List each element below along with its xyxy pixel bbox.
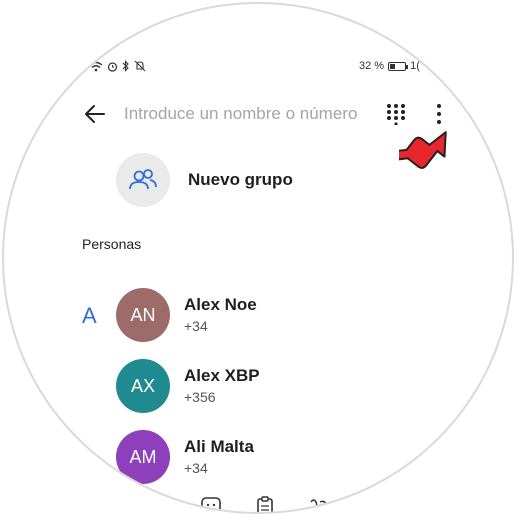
contact-number: +356	[184, 389, 216, 405]
group-icon	[129, 169, 157, 190]
contact-number: +34	[184, 460, 208, 476]
contact-row[interactable]: AX Alex XBP +356	[116, 358, 416, 414]
avatar: AN	[116, 288, 170, 342]
new-group-label: Nuevo grupo	[188, 170, 293, 189]
contact-name: Ali Malta	[184, 437, 254, 456]
new-group-avatar	[116, 153, 170, 207]
wifi-icon	[89, 61, 103, 71]
battery-icon	[388, 61, 409, 71]
contact-row[interactable]: AN Alex Noe +34	[116, 287, 416, 343]
handwriting-icon[interactable]	[308, 496, 330, 512]
battery-percent: 32 %	[359, 60, 385, 72]
clipboard-icon[interactable]	[254, 496, 276, 512]
screenshot-frame: 32 % 1(Introduce un nombre o número Nue…	[0, 0, 520, 520]
sticker-icon[interactable]	[200, 496, 222, 512]
avatar: AX	[116, 359, 170, 413]
contact-name: Alex Noe	[184, 295, 257, 314]
search-input[interactable]	[124, 100, 374, 128]
alarm-icon	[107, 61, 118, 72]
alphabet-index-letter[interactable]: A	[82, 303, 97, 329]
phone-screen: 32 % 1(Introduce un nombre o número Nue…	[4, 4, 512, 512]
contact-number: +34	[184, 318, 208, 334]
section-header-personas: Personas	[82, 236, 142, 252]
status-bar-right: 32 % 1(	[359, 60, 420, 72]
status-bar-left	[89, 60, 146, 72]
contact-name: Alex XBP	[184, 366, 260, 385]
status-time: 1(	[410, 60, 420, 72]
arrow-left-icon[interactable]	[82, 101, 108, 127]
new-group-button[interactable]: Nuevo grupo	[116, 150, 416, 210]
contact-row[interactable]: AM Ali Malta +34	[116, 429, 416, 485]
avatar: AM	[116, 430, 170, 484]
bluetooth-icon	[122, 60, 129, 72]
notifications-off-icon	[134, 60, 146, 72]
